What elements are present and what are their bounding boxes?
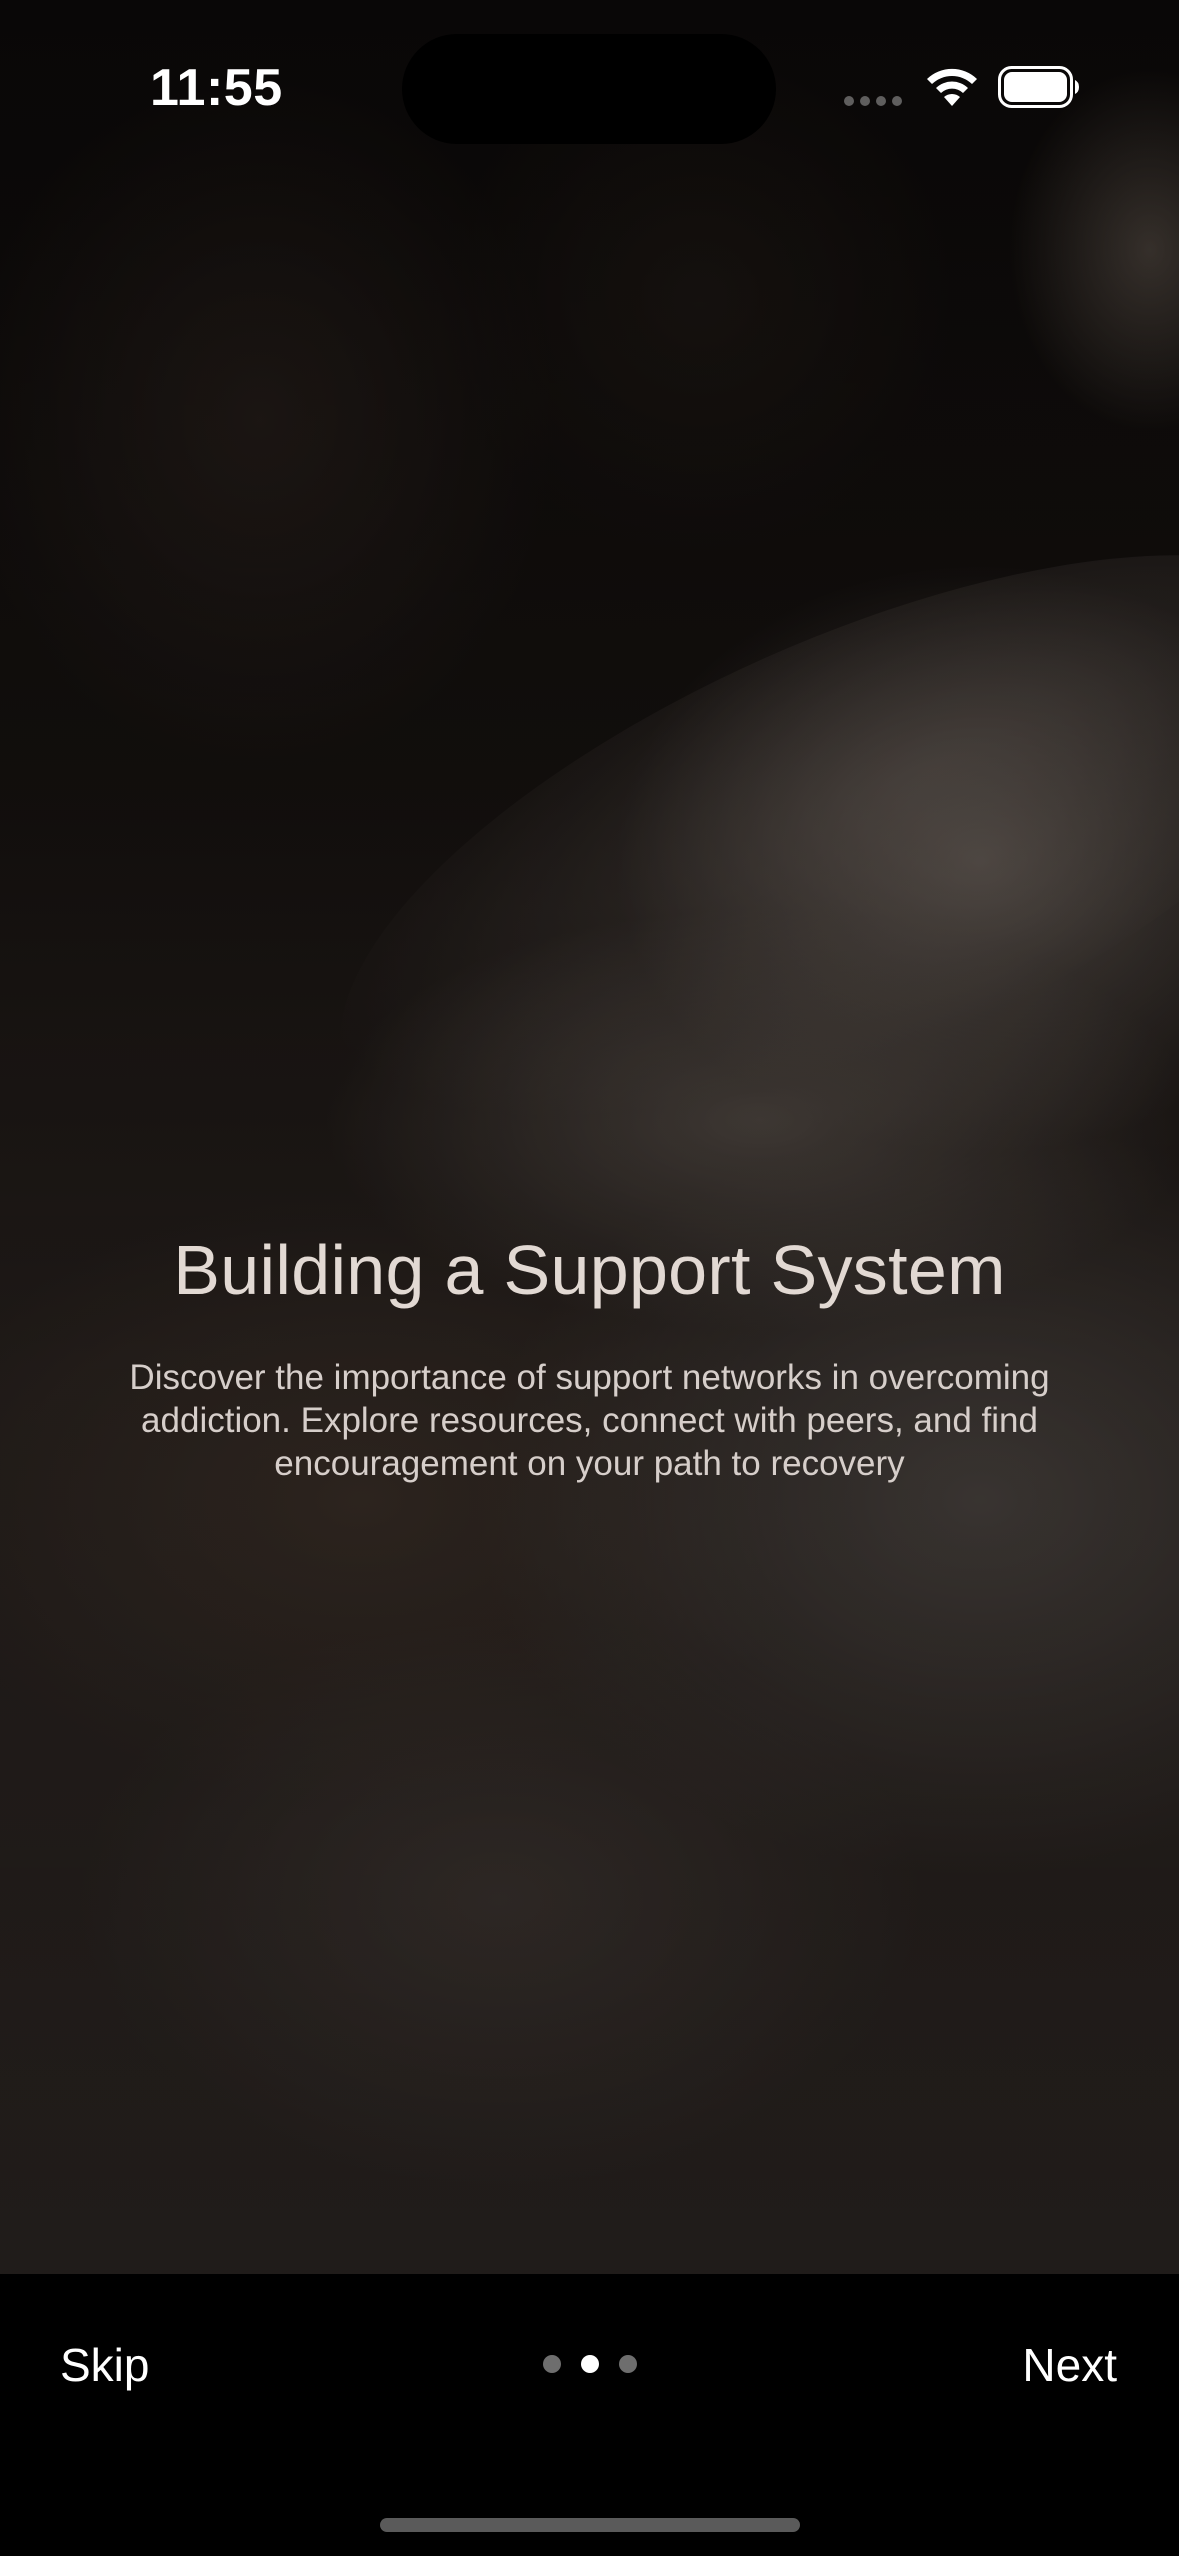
next-button[interactable]: Next [1022, 2338, 1117, 2392]
status-bar: 11:55 [0, 0, 1179, 170]
onboarding-description: Discover the importance of support netwo… [129, 1358, 1050, 1483]
wifi-icon [927, 68, 977, 106]
skip-button[interactable]: Skip [60, 2338, 149, 2392]
onboarding-screen: 11:55 Building a Support System Discover… [0, 0, 1179, 2556]
bottom-bar [0, 2274, 1179, 2556]
page-dot-2[interactable] [581, 2355, 599, 2373]
home-indicator[interactable] [380, 2518, 800, 2532]
onboarding-content: Building a Support System Discover the i… [0, 1230, 1179, 1485]
onboarding-title: Building a Support System [173, 1231, 1006, 1309]
signal-icon [844, 96, 906, 106]
status-time: 11:55 [150, 59, 283, 117]
battery-icon [998, 66, 1079, 108]
photo-overlay [0, 0, 1179, 2274]
page-dot-1[interactable] [543, 2355, 561, 2373]
page-indicator[interactable] [543, 2355, 637, 2373]
background-photo [0, 0, 1179, 2274]
page-dot-3[interactable] [619, 2355, 637, 2373]
dynamic-island [402, 34, 776, 144]
